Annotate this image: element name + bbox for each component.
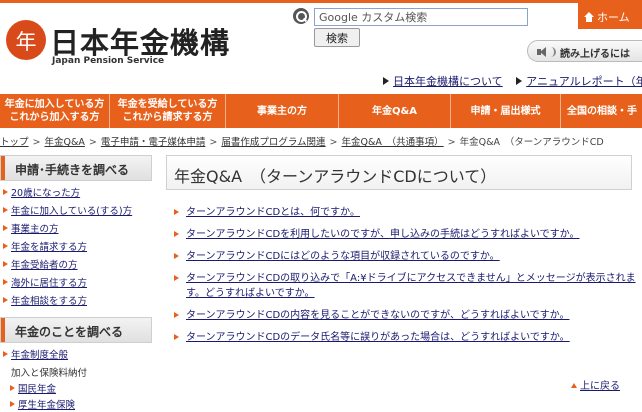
question-item: ターンアラウンドCDのデータ氏名等に誤りがあった場合は、どうすればよいですか。	[174, 330, 642, 345]
global-nav: 年金に加入している方 これから加入する方 年金を受給している方 これから請求する…	[0, 94, 642, 128]
arrow-right-icon	[3, 261, 8, 267]
arrow-right-icon	[3, 189, 8, 195]
sidebar-item: 年金制度全般	[3, 347, 157, 365]
breadcrumb: トップ > 年金Q&A > 電子申請・電子媒体申請 > 届書作成プログラム関連 > 年金Q&A …	[0, 134, 642, 152]
breadcrumb-separator: >	[209, 137, 218, 148]
sidebar-link[interactable]: 事業主の方	[11, 224, 59, 235]
search-icon	[293, 8, 309, 24]
breadcrumb-separator: >	[32, 137, 41, 148]
breadcrumb-separator: >	[88, 137, 97, 148]
sidebar-subitem: 国民年金	[0, 381, 157, 397]
arrow-right-icon	[3, 297, 8, 303]
question-link[interactable]: ターンアラウンドCDの内容を見ることができないのですが、どうすればよいですか。	[186, 310, 569, 321]
top-links: 日本年金機構について アニュアルレポート（年	[383, 73, 642, 89]
arrow-right-icon	[3, 207, 8, 213]
sidebar-item: 20歳になった方	[3, 185, 157, 203]
question-list: ターンアラウンドCDとは、何ですか。 ターンアラウンドCDを利用したいのですが、…	[166, 205, 642, 345]
sound-wave-icon	[548, 47, 556, 57]
sidebar: 申請･手続きを調べる 20歳になった方 年金に加入している(する)方 事業主の方…	[0, 155, 157, 412]
sidebar-item: 事業主の方	[3, 221, 157, 239]
sidebar-item: 年金を請求する方	[3, 239, 157, 257]
home-icon	[584, 12, 594, 22]
top-accent-line	[0, 0, 642, 3]
nav-item-recipients[interactable]: 年金を受給している方 これから請求する方	[110, 94, 226, 128]
sidebar-item: 年金相談をする方	[3, 293, 157, 311]
nav-item-qa[interactable]: 年金Q&A	[339, 94, 451, 128]
question-item: ターンアラウンドCDにはどのような項目が収録されているのですか。	[174, 249, 642, 264]
read-aloud-label: 読み上げるには	[560, 49, 630, 60]
breadcrumb-link[interactable]: 届書作成プログラム関連	[221, 137, 325, 148]
nav-item-insured[interactable]: 年金に加入している方 これから加入する方	[0, 94, 110, 128]
breadcrumb-link[interactable]: 電子申請・電子媒体申請	[101, 137, 206, 148]
search-button[interactable]: 検索	[314, 28, 360, 47]
arrow-right-icon	[3, 225, 8, 231]
arrow-right-icon	[3, 279, 8, 285]
arrow-right-icon	[174, 275, 179, 281]
search-input[interactable]	[314, 8, 528, 26]
sidebar-sublink[interactable]: 厚生年金保険	[18, 400, 75, 411]
breadcrumb-separator: >	[447, 137, 456, 148]
sidebar-link[interactable]: 年金を請求する方	[11, 242, 87, 253]
sidebar-link[interactable]: 20歳になった方	[11, 188, 80, 199]
sidebar-item: 年金受給者の方	[3, 257, 157, 275]
about-link[interactable]: 日本年金機構について	[393, 75, 503, 88]
arrow-up-icon	[571, 383, 577, 388]
arrow-right-icon	[174, 253, 179, 259]
breadcrumb-link[interactable]: 年金Q&A （共通事項）	[342, 137, 444, 148]
sidebar-procedure-list: 20歳になった方 年金に加入している(する)方 事業主の方 年金を請求する方 年…	[0, 181, 157, 311]
read-aloud-button[interactable]: 読み上げるには	[527, 40, 642, 62]
question-link[interactable]: ターンアラウンドCDとは、何ですか。	[186, 207, 360, 218]
breadcrumb-link[interactable]: 年金Q&A	[44, 137, 84, 148]
home-label: ホーム	[597, 11, 630, 24]
breadcrumb-current: 年金Q&A （ターンアラウンドCD	[459, 137, 604, 148]
arrow-right-icon	[10, 385, 15, 391]
sidebar-subitem: 厚生年金保険	[0, 397, 157, 412]
question-item: ターンアラウンドCDの取り込みで「A:¥ドライブにアクセスできません」とメッセー…	[174, 271, 642, 301]
site-logo[interactable]: 年 日本年金機構 Japan Pension Service	[4, 14, 244, 72]
annual-report-link[interactable]: アニュアルレポート（年	[526, 75, 642, 88]
sidebar-sublink[interactable]: 国民年金	[18, 384, 56, 395]
breadcrumb-separator: >	[329, 137, 338, 148]
logo-subtitle: Japan Pension Service	[52, 56, 165, 66]
arrow-right-icon	[383, 77, 389, 85]
question-link[interactable]: ターンアラウンドCDにはどのような項目が収録されているのですか。	[186, 251, 500, 262]
sidebar-item: 年金に加入している(する)方	[3, 203, 157, 221]
sidebar-section-about-pension: 年金のことを調べる	[0, 317, 152, 343]
question-item: ターンアラウンドCDを利用したいのですが、申し込みの手続はどうすればよいですか。	[174, 227, 642, 242]
arrow-right-icon	[3, 351, 8, 357]
main-content: 年金Q&A （ターンアラウンドCDについて） ターンアラウンドCDとは、何ですか…	[166, 155, 642, 412]
logo-emblem-icon: 年	[6, 20, 46, 60]
back-to-top: 上に戻る	[571, 377, 620, 392]
arrow-right-icon	[174, 334, 179, 340]
question-link[interactable]: ターンアラウンドCDのデータ氏名等に誤りがあった場合は、どうすればよいですか。	[186, 332, 570, 343]
question-item: ターンアラウンドCDの内容を見ることができないのですが、どうすればよいですか。	[174, 308, 642, 323]
arrow-right-icon	[174, 312, 179, 318]
page-title: 年金Q&A （ターンアラウンドCDについて）	[166, 155, 632, 190]
sidebar-link[interactable]: 年金相談をする方	[11, 296, 87, 307]
nav-item-employers[interactable]: 事業主の方	[226, 94, 339, 128]
question-link[interactable]: ターンアラウンドCDの取り込みで「A:¥ドライブにアクセスできません」とメッセー…	[186, 273, 636, 299]
arrow-right-icon	[516, 77, 523, 85]
arrow-right-icon	[174, 209, 179, 215]
logo-mark: 年	[15, 30, 37, 54]
sidebar-link[interactable]: 年金制度全般	[11, 350, 68, 361]
nav-item-consultation[interactable]: 全国の相談・手	[561, 94, 642, 128]
sidebar-item: 海外に居住する方	[3, 275, 157, 293]
arrow-right-icon	[10, 401, 15, 407]
back-to-top-link[interactable]: 上に戻る	[580, 381, 620, 392]
breadcrumb-link[interactable]: トップ	[0, 137, 29, 148]
search-area: 検索	[293, 7, 533, 49]
sidebar-link[interactable]: 年金受給者の方	[11, 260, 78, 271]
arrow-right-icon	[174, 231, 179, 237]
sidebar-link[interactable]: 年金に加入している(する)方	[11, 206, 132, 217]
arrow-right-icon	[3, 243, 8, 249]
home-link[interactable]: ホーム	[578, 3, 642, 29]
question-item: ターンアラウンドCDとは、何ですか。	[174, 205, 642, 220]
sidebar-pension-list: 年金制度全般	[0, 343, 157, 365]
sidebar-section-procedures: 申請･手続きを調べる	[0, 155, 152, 181]
sidebar-link[interactable]: 海外に居住する方	[11, 278, 87, 289]
sidebar-category-label: 加入と保険料納付	[11, 368, 88, 379]
nav-item-forms[interactable]: 申請・届出様式	[451, 94, 561, 128]
question-link[interactable]: ターンアラウンドCDを利用したいのですが、申し込みの手続はどうすればよいですか。	[186, 229, 579, 240]
